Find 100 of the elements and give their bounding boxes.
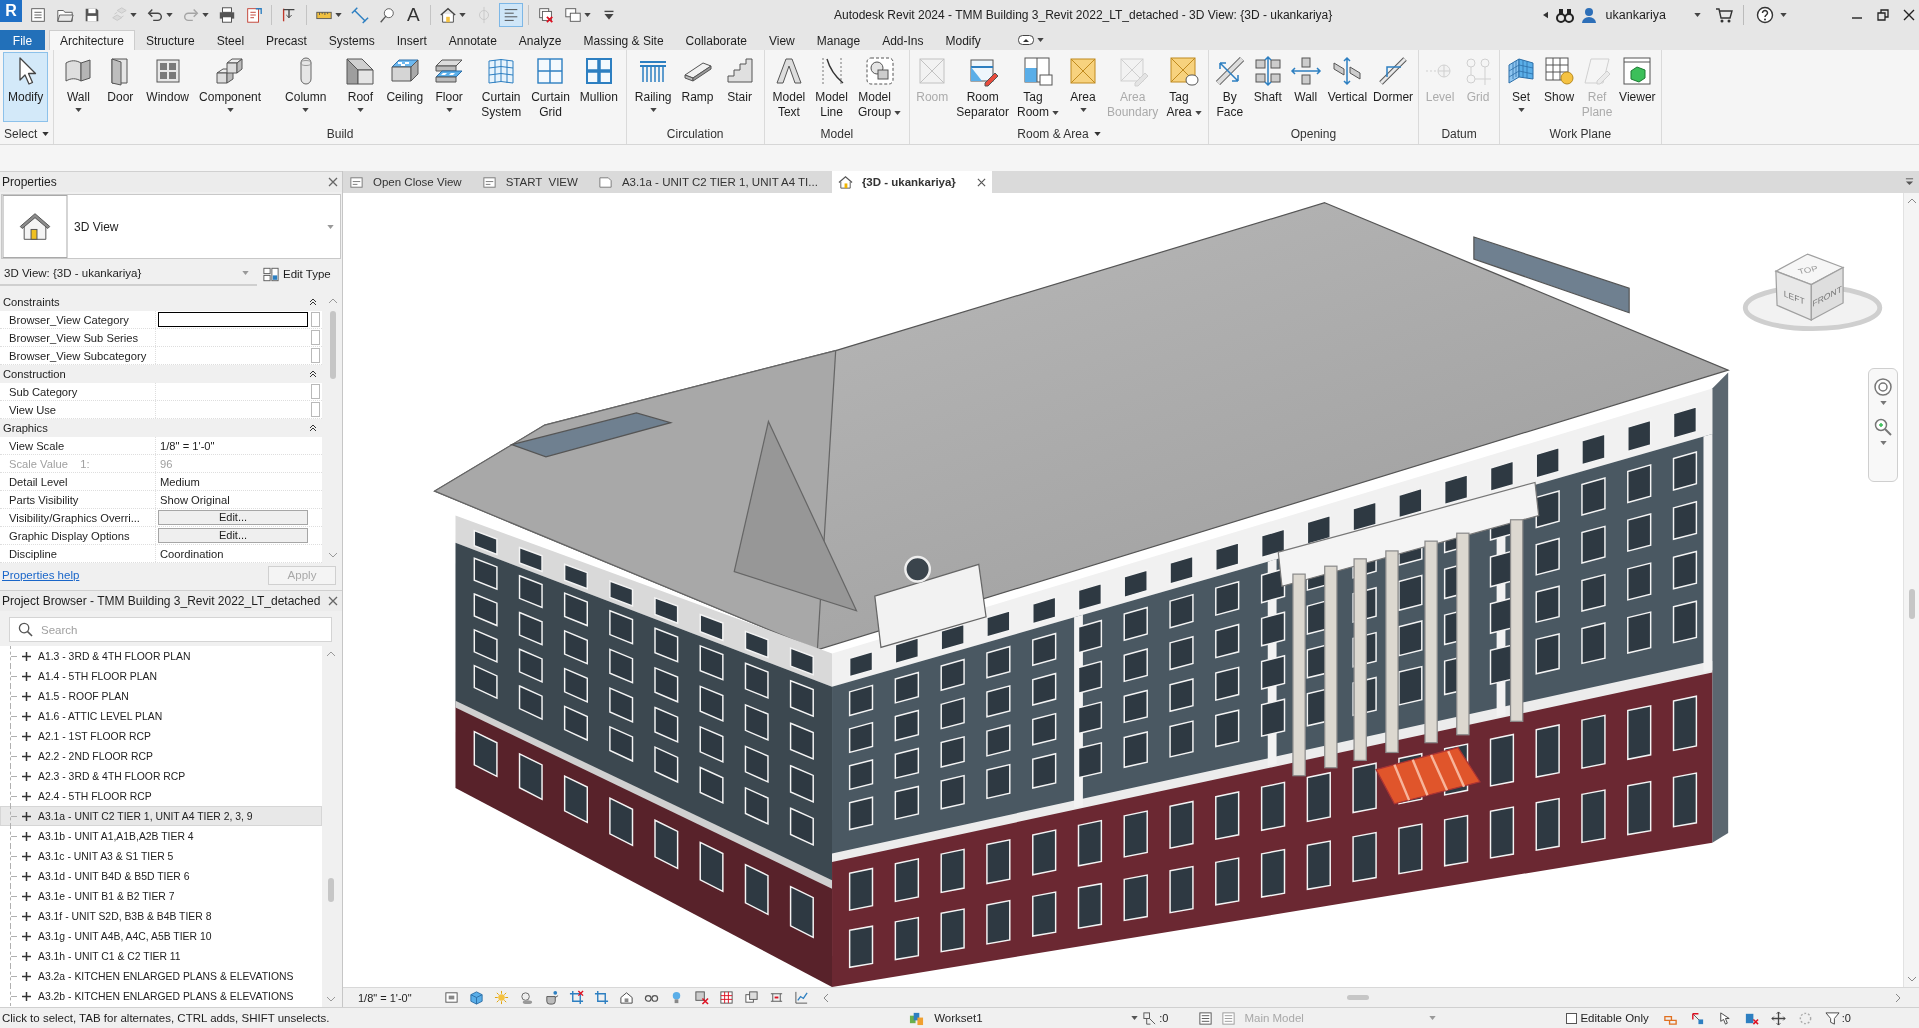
cart-icon[interactable] (1715, 6, 1733, 24)
ribbon-tab[interactable]: Steel (205, 30, 256, 50)
help-icon[interactable] (1756, 6, 1774, 24)
checkbox[interactable] (1566, 1012, 1578, 1024)
property-value[interactable]: Medium (158, 475, 200, 488)
browser-item[interactable]: A2.2 - 2ND FLOOR RCP (0, 746, 322, 766)
edit-button[interactable]: Edit... (158, 528, 308, 543)
ribbon-button[interactable]: Modify (3, 52, 49, 122)
expand-icon[interactable] (22, 891, 31, 901)
worksets-icon[interactable] (909, 1010, 925, 1026)
restore-icon[interactable] (1877, 9, 1889, 21)
text-button[interactable]: A (402, 3, 425, 27)
scroll-down-icon[interactable] (1906, 976, 1917, 982)
browser-item[interactable]: A3.2b - KITCHEN ENLARGED PLANS & ELEVATIONS (0, 986, 322, 1006)
collapse-icon[interactable] (309, 424, 317, 432)
ribbon-button[interactable]: Set (1502, 52, 1541, 122)
expand-icon[interactable] (22, 691, 31, 701)
tab-menu-icon[interactable] (1905, 177, 1914, 186)
instance-dropdown[interactable]: 3D View: {3D - ukankariya} (0, 262, 257, 286)
ribbon-tab[interactable]: Analyze (507, 30, 573, 50)
ribbon-button[interactable]: Tag Room (1013, 52, 1063, 122)
steering-wheel-icon[interactable] (1873, 377, 1893, 397)
ribbon-tab[interactable]: Insert (385, 30, 438, 50)
app-logo[interactable]: R (0, 0, 22, 22)
scrollbar-thumb[interactable] (1908, 589, 1915, 619)
crop-region-icon[interactable] (593, 990, 609, 1005)
hide-element-icon[interactable] (693, 990, 709, 1005)
property-value[interactable]: Coordination (158, 547, 224, 560)
expand-icon[interactable] (22, 991, 31, 1001)
view-scale-button[interactable]: 1/8" = 1'-0" (358, 991, 412, 1004)
expand-icon[interactable] (22, 711, 31, 721)
ribbon-button[interactable]: By Face (1210, 52, 1249, 122)
browser-item[interactable]: A3.1e - UNIT B1 & B2 TIER 7 (0, 886, 322, 906)
ribbon-button[interactable]: Door (99, 52, 142, 122)
expand-icon[interactable] (22, 931, 31, 941)
ribbon-button[interactable]: Room Separator (952, 52, 1013, 122)
ribbon-button[interactable]: Stair (718, 52, 761, 122)
ribbon-button[interactable]: Shaft (1248, 52, 1287, 122)
document-tab[interactable]: {3D - ukankariya} (831, 171, 992, 193)
expand-icon[interactable] (22, 671, 31, 681)
properties-help-link[interactable]: Properties help (2, 569, 80, 581)
thin-lines-button[interactable] (498, 3, 523, 27)
ribbon-tab[interactable]: Annotate (437, 30, 508, 50)
scroll-up-icon[interactable] (1906, 198, 1917, 204)
browser-item[interactable]: A2.1 - 1ST FLOOR RCP (0, 726, 322, 746)
browser-item[interactable]: A1.6 - ATTIC LEVEL PLAN (0, 706, 322, 726)
close-icon[interactable] (976, 177, 986, 187)
cube-icon[interactable] (468, 990, 484, 1005)
browser-item[interactable]: A3.1h - UNIT C1 & C2 TIER 11 (0, 946, 322, 966)
user-name[interactable]: ukankariya (1605, 8, 1666, 22)
property-group-header[interactable]: Construction (0, 365, 322, 383)
expand-icon[interactable] (22, 871, 31, 881)
scrollbar-thumb[interactable] (1347, 995, 1369, 1000)
ribbon-tab[interactable]: Modify (934, 30, 992, 50)
type-selector[interactable]: 3D View (1, 194, 341, 259)
ribbon-button[interactable]: Area (1063, 52, 1103, 122)
ribbon-button[interactable]: Column (280, 52, 332, 122)
shadows-icon[interactable] (518, 990, 534, 1005)
scrollbar-thumb[interactable] (329, 311, 336, 379)
grid-highlight-icon[interactable] (718, 990, 734, 1005)
render-icon[interactable] (543, 990, 559, 1005)
ribbon-button[interactable]: Component (194, 52, 267, 122)
ribbon-button[interactable]: Curtain System (476, 52, 527, 122)
expand-icon[interactable] (22, 771, 31, 781)
browser-item[interactable]: A1.3 - 3RD & 4TH FLOOR PLAN (0, 646, 322, 666)
ribbon-button[interactable]: Railing (629, 52, 677, 122)
document-tab[interactable]: START VIEW (475, 171, 592, 193)
ribbon-button[interactable]: Show (1540, 52, 1579, 122)
ribbon-button[interactable]: Dormer (1370, 52, 1417, 122)
caret-icon[interactable] (1694, 13, 1701, 17)
ribbon-button[interactable]: Window (141, 52, 195, 122)
ribbon-button[interactable]: Viewer (1616, 52, 1659, 122)
browser-item[interactable]: A3.2a - KITCHEN ENLARGED PLANS & ELEVATIONS (0, 966, 322, 986)
scrollbar-thumb[interactable] (327, 878, 334, 902)
filter-icon[interactable] (1824, 1010, 1840, 1026)
property-group-header[interactable]: Graphics (0, 419, 322, 437)
scroll-right-icon[interactable] (1895, 992, 1901, 1003)
browser-item[interactable]: A1.5 - ROOF PLAN (0, 686, 322, 706)
expand-icon[interactable] (22, 831, 31, 841)
browser-item[interactable]: A3.1b - UNIT A1,A1B,A2B TIER 4 (0, 826, 322, 846)
ribbon-tab[interactable]: Add-Ins (871, 30, 935, 50)
ribbon-button[interactable]: Ramp (676, 52, 719, 122)
move-icon[interactable] (1770, 1010, 1786, 1026)
ribbon-button[interactable]: Roof (339, 52, 382, 122)
expand-icon[interactable] (22, 971, 31, 981)
panel-title[interactable]: Room & Area (1017, 127, 1101, 141)
left-arrow-icon[interactable] (1542, 11, 1548, 19)
ribbon-tab[interactable]: Precast (255, 30, 318, 50)
browser-item[interactable]: A2.3 - 3RD & 4TH FLOOR RCP (0, 766, 322, 786)
checkbox-label[interactable]: Editable Only (1580, 1012, 1649, 1024)
expand-icon[interactable] (22, 651, 31, 661)
expand-icon[interactable] (22, 811, 31, 821)
expand-icon[interactable] (22, 751, 31, 761)
browser-item[interactable]: A3.1a - UNIT C2 TIER 1, UNIT A4 TIER 2, 3, 9 (0, 806, 322, 826)
list-icon[interactable] (1221, 1010, 1237, 1026)
house-icon[interactable] (618, 990, 634, 1005)
ribbon-button[interactable]: Vertical (1324, 52, 1371, 122)
ribbon-button[interactable]: Mullion (574, 52, 623, 122)
property-value[interactable]: Show Original (158, 493, 230, 506)
detail-level-icon[interactable] (443, 990, 459, 1005)
